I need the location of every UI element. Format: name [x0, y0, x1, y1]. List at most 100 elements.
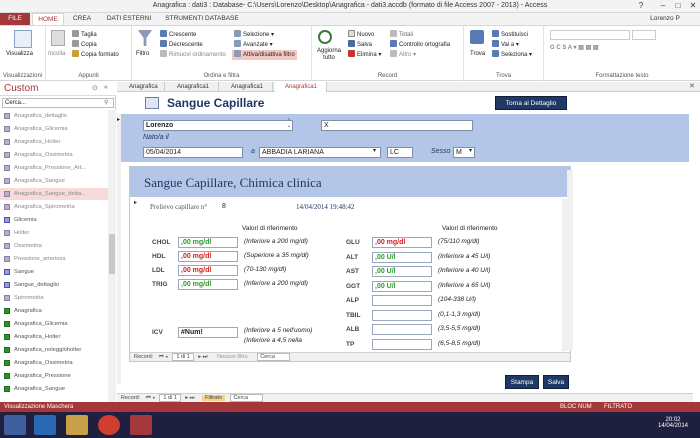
nav-item[interactable]: Holter	[0, 227, 108, 239]
explorer-icon[interactable]	[66, 415, 88, 435]
nav-item[interactable]: Anagrafica_Sangue_detta...	[0, 188, 108, 200]
nav-item[interactable]: Anagrafica_Ossimetria	[0, 357, 108, 369]
filtered-indicator[interactable]: Filtrato	[202, 395, 225, 401]
nav-title[interactable]: Custom	[4, 83, 38, 94]
doc-tab-anagrafica1[interactable]: Anagrafica1	[221, 82, 273, 92]
nav-item[interactable]: Anagrafica_Ossimetria	[0, 149, 108, 161]
nome-spinner[interactable]: ⌃ ⌄	[287, 119, 291, 129]
trova-button[interactable]: Trova	[470, 50, 485, 59]
doc-tab-anagrafica[interactable]: Anagrafica	[119, 82, 165, 92]
data-nascita-field[interactable]: 05/04/2014	[143, 147, 243, 158]
stampa-button[interactable]: Stampa	[505, 375, 539, 389]
start-icon[interactable]	[4, 415, 26, 435]
find-icon[interactable]	[470, 30, 484, 44]
analyte-value[interactable]: ,00 mg/dl	[372, 237, 432, 248]
font-name-select[interactable]	[550, 30, 630, 40]
record-position[interactable]: 1 di 1	[159, 394, 181, 402]
analyte-value[interactable]: ,00 U/l	[372, 251, 432, 263]
nav-first-icon[interactable]: ⏮ ◂	[146, 395, 155, 401]
analyte-value[interactable]: ,00 U/l	[372, 280, 432, 292]
analyte-value[interactable]	[372, 338, 432, 350]
nav-item[interactable]: Sangue_dettaglio	[0, 279, 108, 291]
nav-item[interactable]: Anagrafica_Holter	[0, 136, 108, 148]
nav-item[interactable]: Pressione_arteriosa	[0, 253, 108, 265]
view-icon[interactable]	[14, 30, 32, 48]
chrome-icon[interactable]	[98, 415, 120, 435]
nav-item[interactable]: Anagrafica_Sangue	[0, 175, 108, 187]
seleziona-button[interactable]: Seleziona ▾	[492, 50, 532, 60]
elimina-button[interactable]: Elimina ▾	[348, 50, 381, 60]
nav-item[interactable]: Anagrafica_noleggioholter	[0, 344, 108, 356]
access-icon[interactable]	[130, 415, 152, 435]
luogo-nascita-select[interactable]: ABBADIA LARIANA	[259, 147, 381, 158]
chevron-down-icon[interactable]: ▾	[469, 147, 472, 154]
main-search-input[interactable]: Cerca	[230, 394, 264, 402]
chevron-down-icon[interactable]: ▾	[373, 147, 376, 154]
torna-dettaglio-button[interactable]: Torna al Dettaglio	[495, 96, 567, 110]
nav-item[interactable]: Anagrafica_Glicemia	[0, 318, 108, 330]
nav-first-icon[interactable]: ⏮ ◂	[159, 354, 168, 360]
analyte-value[interactable]: ,00 U/l	[372, 266, 432, 277]
nav-item[interactable]: Anagrafica_Holter	[0, 331, 108, 343]
filter-icon[interactable]	[138, 30, 152, 46]
nome-field[interactable]: Lorenzo	[143, 120, 293, 131]
record-position[interactable]: 1 di 1	[172, 353, 194, 361]
tab-file[interactable]: FILE	[0, 13, 30, 25]
font-size-select[interactable]	[632, 30, 656, 40]
nuovo-button[interactable]: Nuovo	[348, 30, 374, 40]
nav-next-icon[interactable]: ▸ ⏭	[185, 395, 194, 401]
form-scrollbar[interactable]	[567, 170, 573, 350]
nav-item[interactable]: Anagrafica_Pressione	[0, 370, 108, 382]
aggiorna-button[interactable]: Aggiorna tutto	[314, 48, 344, 62]
tab-crea[interactable]: CREA	[68, 13, 96, 25]
no-filter-indicator[interactable]: Nessun filtro	[217, 354, 248, 360]
nav-item[interactable]: Anagrafica_Spirometria	[0, 201, 108, 213]
doc-tab-anagrafica1-active[interactable]: Anagrafica1	[275, 82, 327, 92]
tab-strumenti-database[interactable]: STRUMENTI DATABASE	[162, 13, 242, 25]
refresh-icon[interactable]	[318, 30, 332, 44]
totali-button[interactable]: Totali	[390, 30, 413, 40]
tab-home[interactable]: HOME	[32, 13, 64, 25]
nav-item[interactable]: Glicemia	[0, 214, 108, 226]
icv-value[interactable]: #Num!	[178, 327, 238, 338]
doc-tab-anagrafica1[interactable]: Anagrafica1	[167, 82, 219, 92]
cognome-field[interactable]: X	[321, 120, 473, 131]
salva-record-button[interactable]: Salva	[348, 40, 372, 50]
visualizza-button[interactable]: Visualizza	[6, 50, 33, 59]
decrescente-button[interactable]: Decrescente	[160, 40, 203, 50]
copia-formato-button[interactable]: Copia formato	[72, 50, 119, 60]
provincia-field[interactable]: LC	[387, 147, 413, 158]
taglia-button[interactable]: Taglia	[72, 30, 97, 40]
altro-button[interactable]: Altro ▾	[390, 50, 416, 60]
analyte-value[interactable]	[372, 309, 432, 321]
attiva-filtro-button[interactable]: Attiva/disattiva filtro	[232, 50, 297, 60]
close-doc-icon[interactable]: ✕	[689, 82, 695, 90]
help-icon[interactable]: ?	[630, 1, 652, 12]
copia-button[interactable]: Copia	[72, 40, 97, 50]
rimuovi-ordinamento-button[interactable]: Rimuovi ordinamento	[160, 50, 226, 60]
nav-search-input[interactable]: Cerca...	[2, 98, 114, 108]
crescente-button[interactable]: Crescente	[160, 30, 196, 40]
nav-next-icon[interactable]: ▸ ⏭	[198, 354, 207, 360]
analyte-value[interactable]	[372, 324, 432, 335]
format-buttons[interactable]: G C S A ▾ ▤ ▤ ▤	[550, 44, 599, 53]
nav-item[interactable]: Anagrafica_Glicemia	[0, 123, 108, 135]
analyte-value[interactable]	[372, 295, 432, 306]
nav-item[interactable]: Anagrafica_Sangue	[0, 383, 108, 395]
paste-icon[interactable]	[51, 30, 65, 46]
ie-icon[interactable]	[34, 415, 56, 435]
incolla-button[interactable]: Incolla	[48, 50, 65, 59]
nav-item[interactable]: Anagrafica	[0, 305, 108, 317]
nav-item[interactable]: Spirometria	[0, 292, 108, 304]
filtro-button[interactable]: Filtro	[136, 50, 149, 59]
nav-scrollbar[interactable]	[108, 110, 116, 403]
tab-dati-esterni[interactable]: DATI ESTERNI	[100, 13, 158, 25]
close-button[interactable]: ✕	[682, 1, 700, 12]
nav-collapse-icon[interactable]: «	[104, 84, 108, 91]
nav-scroll-thumb[interactable]	[109, 234, 115, 274]
subform-search-input[interactable]: Cerca	[257, 353, 290, 361]
clock[interactable]: 20:02 14/04/2014	[650, 417, 696, 429]
nav-item[interactable]: Sangue	[0, 266, 108, 278]
vai-a-button[interactable]: Vai a ▾	[492, 40, 519, 50]
controllo-ortografia-button[interactable]: Controllo ortografia	[390, 40, 450, 50]
